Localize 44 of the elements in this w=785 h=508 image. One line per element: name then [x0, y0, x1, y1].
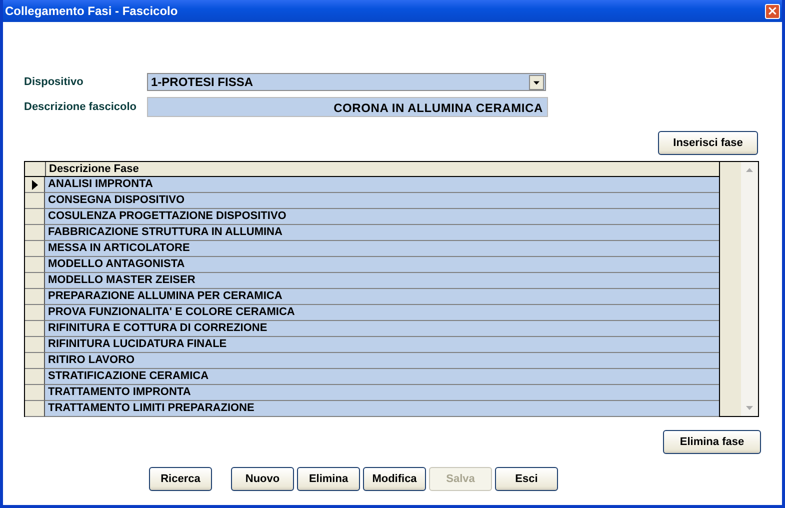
- table-cell: TRATTAMENTO LIMITI PREPARAZIONE: [45, 401, 719, 417]
- window-title: Collegamento Fasi - Fascicolo: [5, 4, 178, 18]
- table-cell: RITIRO LAVORO: [45, 353, 719, 369]
- row-selector[interactable]: [25, 385, 45, 401]
- table-cell: FABBRICAZIONE STRUTTURA IN ALLUMINA: [45, 225, 719, 241]
- field-label: Descrizione fascicolo: [24, 101, 138, 113]
- row-selector[interactable]: [25, 193, 45, 209]
- row-selector[interactable]: [25, 353, 45, 369]
- action-button[interactable]: Nuovo: [231, 467, 294, 491]
- table-cell: MESSA IN ARTICOLATORE: [45, 241, 719, 257]
- dropdown-field[interactable]: 1-PROTESI FISSA: [147, 73, 546, 91]
- row-selector[interactable]: [25, 305, 45, 321]
- row-selector[interactable]: [25, 369, 45, 385]
- close-button[interactable]: ×: [765, 4, 780, 18]
- table-cell: PREPARAZIONE ALLUMINA PER CERAMICA: [45, 289, 719, 305]
- table-cell: MODELLO MASTER ZEISER: [45, 273, 719, 289]
- insert-phase-button[interactable]: Inserisci fase: [658, 131, 758, 155]
- current-row-icon: [32, 180, 38, 190]
- row-selector[interactable]: [25, 241, 45, 257]
- row-selector[interactable]: [25, 321, 45, 337]
- table-cell: CONSEGNA DISPOSITIVO: [45, 193, 719, 209]
- action-button[interactable]: Esci: [495, 467, 558, 491]
- delete-phase-button[interactable]: Elimina fase: [663, 430, 761, 454]
- row-selector[interactable]: [25, 273, 45, 289]
- table-cell: TRATTAMENTO IMPRONTA: [45, 385, 719, 401]
- row-selector[interactable]: [25, 401, 45, 417]
- input-field[interactable]: CORONA IN ALLUMINA CERAMICA: [147, 97, 548, 117]
- row-selector[interactable]: [25, 177, 45, 193]
- table-cell: RIFINITURA LUCIDATURA FINALE: [45, 337, 719, 353]
- action-button[interactable]: Modifica: [363, 467, 426, 491]
- row-selector[interactable]: [25, 209, 45, 225]
- table-cell: STRATIFICAZIONE CERAMICA: [45, 369, 719, 385]
- row-selector[interactable]: [25, 225, 45, 241]
- action-button[interactable]: Elimina: [297, 467, 360, 491]
- table-cell: RIFINITURA E COTTURA DI CORREZIONE: [45, 321, 719, 337]
- row-selector[interactable]: [25, 337, 45, 353]
- table-cell: MODELLO ANTAGONISTA: [45, 257, 719, 273]
- table-cell: ANALISI IMPRONTA: [45, 177, 719, 193]
- table-cell: COSULENZA PROGETTAZIONE DISPOSITIVO: [45, 209, 719, 225]
- row-selector[interactable]: [25, 257, 45, 273]
- row-selector[interactable]: [25, 289, 45, 305]
- action-button[interactable]: Ricerca: [149, 467, 212, 491]
- table-cell: PROVA FUNZIONALITA' E COLORE CERAMICA: [45, 305, 719, 321]
- field-label: Dispositivo: [24, 76, 84, 88]
